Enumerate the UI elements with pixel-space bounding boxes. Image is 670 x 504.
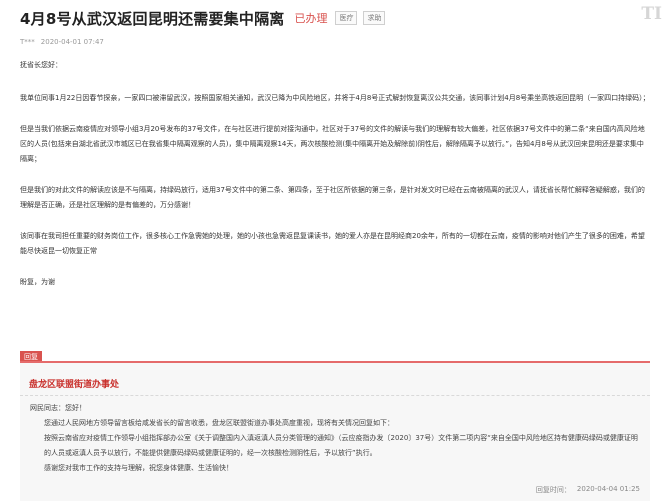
reply-paragraph: 您通过人民网地方领导留言板给咸发省长的留言收悉，盘龙区联盟街道办事处高度重视，现…: [44, 419, 394, 427]
message-closing: 盼复，为谢: [20, 278, 55, 286]
message-paragraph: 我单位同事1月22日因春节探亲，一家四口被滞留武汉，按照国家相关通知，武汉已降为…: [20, 94, 650, 102]
post-header: 4月8号从武汉返回昆明还需要集中隔离 已办理 医疗 求助: [20, 7, 650, 29]
reply-header: 盘龙区联盟街道办事处: [20, 363, 650, 396]
reply-paragraph: 按照云南省应对疫情工作领导小组指挥部办公室《关于调整国内入滇返滇人员分类管理的通…: [44, 434, 638, 457]
post-datetime: 2020-04-01 07:47: [40, 38, 104, 46]
post-title: 4月8号从武汉返回昆明还需要集中隔离: [20, 9, 285, 28]
reply-time-label: 回复时间：: [535, 486, 571, 494]
message-greeting: 抚省长您好：: [20, 61, 62, 69]
reply-time-value: 2020-04-04 01:25: [576, 485, 640, 493]
reply-salutation: 网民同志：您好！: [30, 404, 86, 412]
reply-timestamp: 回复时间： 2020-04-04 01:25: [536, 485, 640, 495]
reply-box: 盘龙区联盟街道办事处 网民同志：您好！ 您通过人民网地方领导留言板给咸发省长的留…: [20, 361, 650, 501]
status-badge: 已办理: [294, 12, 328, 25]
reply-content: 网民同志：您好！ 您通过人民网地方领导留言板给咸发省长的留言收悉，盘龙区联盟街道…: [20, 401, 650, 476]
reply-department[interactable]: 盘龙区联盟街道办事处: [29, 380, 119, 390]
message-paragraph: 但是我们的对此文件的解读应该是不与隔离，持绿码放行，适用37号文件中的第二条、第…: [20, 186, 645, 209]
tag-help[interactable]: 求助: [363, 11, 386, 25]
message-paragraph: 该同事在我司担任重要的财务岗位工作，很多核心工作急需她的处理，她的小孩也急需返昆…: [20, 232, 645, 255]
reply-paragraph: 感谢您对我市工作的支持与理解，祝您身体健康、生活愉快！: [44, 464, 233, 472]
message-body: 抚省长您好： 我单位同事1月22日因春节探亲，一家四口被滞留武汉，按照国家相关通…: [20, 58, 650, 304]
watermark-logo: TI: [641, 4, 662, 24]
author-name: T***: [20, 38, 35, 46]
tag-medical[interactable]: 医疗: [335, 11, 358, 25]
message-paragraph: 但是当我们依据云南疫情应对领导小组3月20号发布的37号文件，在与社区进行提前对…: [20, 125, 645, 163]
post-meta: T*** 2020-04-01 07:47: [20, 38, 104, 46]
